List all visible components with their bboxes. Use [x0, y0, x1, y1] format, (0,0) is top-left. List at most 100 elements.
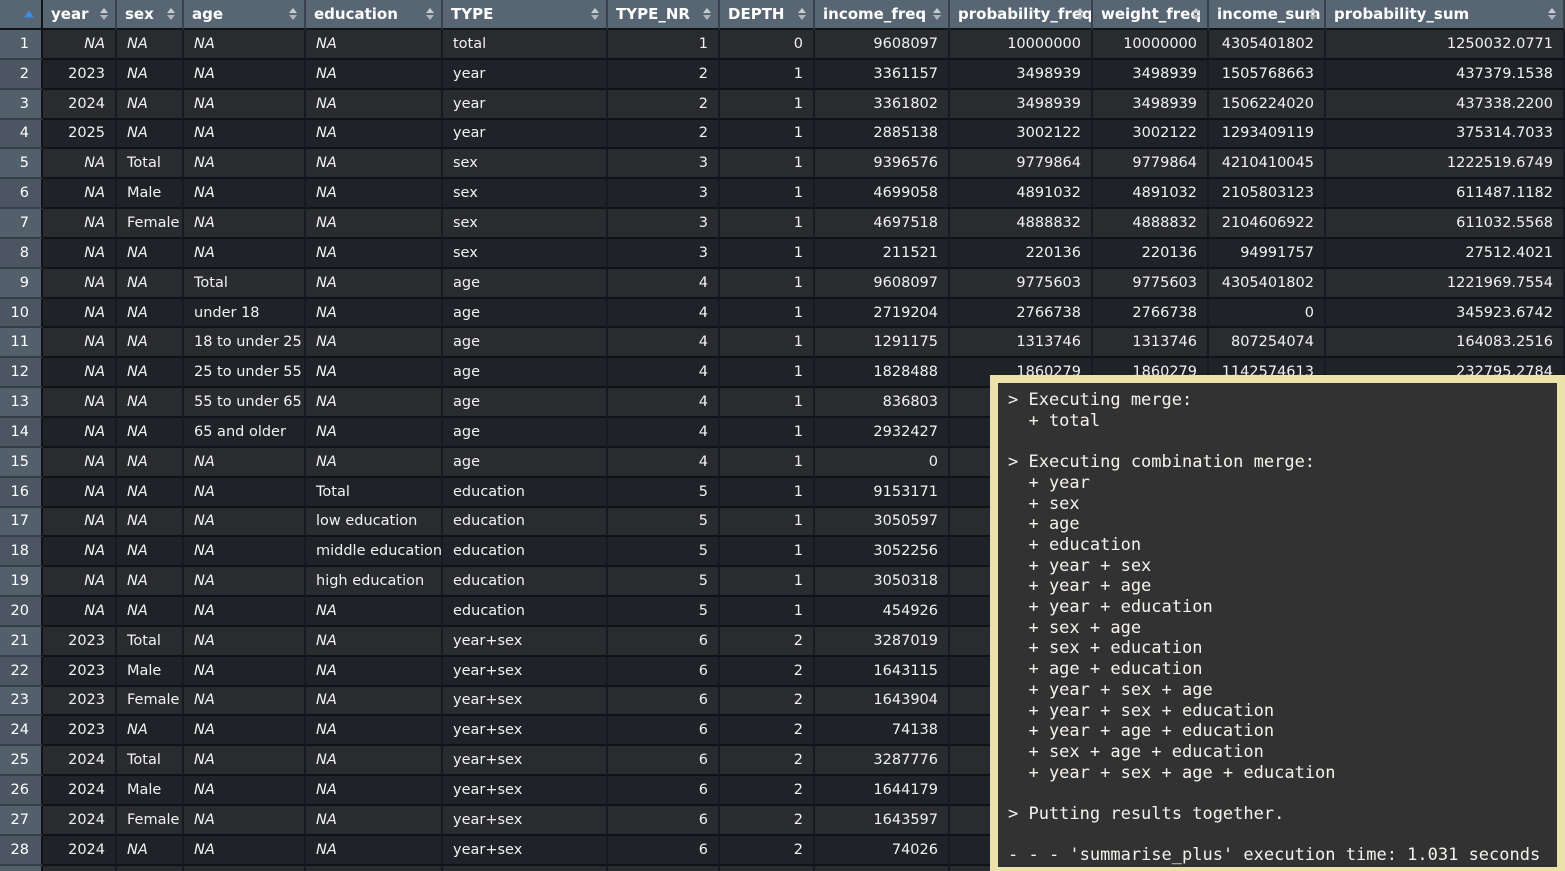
cell-education: NA — [306, 776, 443, 806]
cell-year: NA — [43, 328, 117, 358]
table-row[interactable]: 5NATotalNANAsex3193965769779864977986442… — [0, 149, 1565, 179]
sort-icon — [703, 8, 711, 20]
cell-DEPTH: 1 — [720, 209, 815, 239]
table-row[interactable]: 32024NANANAyear2133618023498939349893915… — [0, 90, 1565, 120]
column-label: sex — [125, 5, 154, 23]
column-header-sex[interactable]: sex — [117, 0, 184, 30]
cell-weight_freq: 3498939 — [1093, 90, 1209, 120]
column-header-TYPE_NR[interactable]: TYPE_NR — [608, 0, 720, 30]
cell-probability_sum: 164083.2516 — [1326, 328, 1565, 358]
console-line: + age — [1008, 514, 1551, 535]
cell-DEPTH: 1 — [720, 239, 815, 269]
table-row[interactable]: 10NANAunder 18NAage412719204276673827667… — [0, 299, 1565, 329]
row-number: 19 — [0, 567, 43, 597]
cell-sex: Total — [117, 746, 184, 776]
cell-income_freq: 9153171 — [815, 478, 950, 508]
column-label: probability_sum — [1334, 5, 1469, 23]
cell-probability_freq: 1313746 — [950, 328, 1093, 358]
cell-age: NA — [184, 448, 306, 478]
cell-education: middle education — [306, 537, 443, 567]
cell-education: NA — [306, 120, 443, 150]
console-line: + sex + education — [1008, 638, 1551, 659]
column-header-education[interactable]: education — [306, 0, 443, 30]
cell-DEPTH: 1 — [720, 60, 815, 90]
cell-age: NA — [184, 90, 306, 120]
column-header-income_freq[interactable]: income_freq — [815, 0, 950, 30]
row-number: 7 — [0, 209, 43, 239]
column-header-TYPE[interactable]: TYPE — [443, 0, 608, 30]
column-header-weight_freq[interactable]: weight_freq — [1093, 0, 1209, 30]
cell-DEPTH: 1 — [720, 508, 815, 538]
cell-age: NA — [184, 120, 306, 150]
row-number: 16 — [0, 478, 43, 508]
cell-DEPTH: 1 — [720, 448, 815, 478]
cell-weight_freq: 1313746 — [1093, 328, 1209, 358]
cell-income_sum: 1506224020 — [1209, 90, 1326, 120]
cell-income_freq: 2932427 — [815, 418, 950, 448]
cell-age: NA — [184, 508, 306, 538]
cell-probability_freq: 4888832 — [950, 209, 1093, 239]
cell-TYPE: education — [443, 478, 608, 508]
cell-year: NA — [43, 567, 117, 597]
cell-probability_sum: 611487.1182 — [1326, 179, 1565, 209]
table-row[interactable]: 42025NANANAyear2128851383002122300212212… — [0, 120, 1565, 150]
console-line: + sex — [1008, 494, 1551, 515]
column-header-DEPTH[interactable]: DEPTH — [720, 0, 815, 30]
cell-education: NA — [306, 746, 443, 776]
cell-TYPE_NR: 4 — [608, 269, 720, 299]
table-row[interactable]: 7NAFemaleNANAsex314697518488883248888322… — [0, 209, 1565, 239]
cell-TYPE: year+sex — [443, 836, 608, 866]
table-row[interactable]: 22023NANANAyear2133611573498939349893915… — [0, 60, 1565, 90]
cell-education: NA — [306, 239, 443, 269]
cell-DEPTH: 1 — [720, 567, 815, 597]
cell-sex: NA — [117, 567, 184, 597]
cell-sex: NA — [117, 508, 184, 538]
table-row[interactable]: 9NANATotalNAage4196080979775603977560343… — [0, 269, 1565, 299]
cell-probability_freq: 3002122 — [950, 120, 1093, 150]
console-line: + sex + age + education — [1008, 742, 1551, 763]
cell-TYPE: education — [443, 597, 608, 627]
console-line — [1008, 783, 1551, 804]
cell-TYPE_NR: 3 — [608, 149, 720, 179]
table-row[interactable]: 8NANANANAsex3121152122013622013694991757… — [0, 239, 1565, 269]
cell-income_freq: 9608097 — [815, 269, 950, 299]
row-number-column-header[interactable] — [0, 0, 43, 30]
console-line: + year + education — [1008, 597, 1551, 618]
column-header-income_sum[interactable]: income_sum — [1209, 0, 1326, 30]
console-line: + education — [1008, 535, 1551, 556]
cell-TYPE: year — [443, 90, 608, 120]
cell-education: NA — [306, 358, 443, 388]
cell-income_sum: 0 — [1209, 299, 1326, 329]
cell-weight_freq: 10000000 — [1093, 30, 1209, 60]
cell-education: NA — [306, 657, 443, 687]
cell-age: under 18 — [184, 299, 306, 329]
cell-probability_freq: 9779864 — [950, 149, 1093, 179]
cell-year: NA — [43, 537, 117, 567]
sort-icon — [1076, 8, 1084, 20]
cell-income_freq: 1643904 — [815, 687, 950, 717]
table-row[interactable]: 1NANANANAtotal10960809710000000100000004… — [0, 30, 1565, 60]
cell-income_freq: 2885138 — [815, 120, 950, 150]
cell-income_freq: 211521 — [815, 239, 950, 269]
cell-education: NA — [306, 269, 443, 299]
cell-year: NA — [43, 388, 117, 418]
cell-TYPE: sex — [443, 239, 608, 269]
table-row[interactable]: 6NAMaleNANAsex31469905848910324891032210… — [0, 179, 1565, 209]
cell-DEPTH: 1 — [720, 179, 815, 209]
cell-TYPE: total — [443, 30, 608, 60]
cell-TYPE: age — [443, 418, 608, 448]
cell-DEPTH: 1 — [720, 90, 815, 120]
cell-probability_sum: 1221969.7554 — [1326, 269, 1565, 299]
cell-TYPE_NR: 6 — [608, 716, 720, 746]
column-header-probability_freq[interactable]: probability_freq — [950, 0, 1093, 30]
column-header-probability_sum[interactable]: probability_sum — [1326, 0, 1565, 30]
cell-DEPTH: 1 — [720, 149, 815, 179]
column-label: income_sum — [1217, 5, 1321, 23]
cell-DEPTH: 2 — [720, 746, 815, 776]
column-header-year[interactable]: year — [43, 0, 117, 30]
cell-year: NA — [43, 269, 117, 299]
column-header-age[interactable]: age — [184, 0, 306, 30]
cell-sex: NA — [117, 836, 184, 866]
cell-TYPE: education — [443, 537, 608, 567]
table-row[interactable]: 11NANA18 to under 25NAage411291175131374… — [0, 328, 1565, 358]
